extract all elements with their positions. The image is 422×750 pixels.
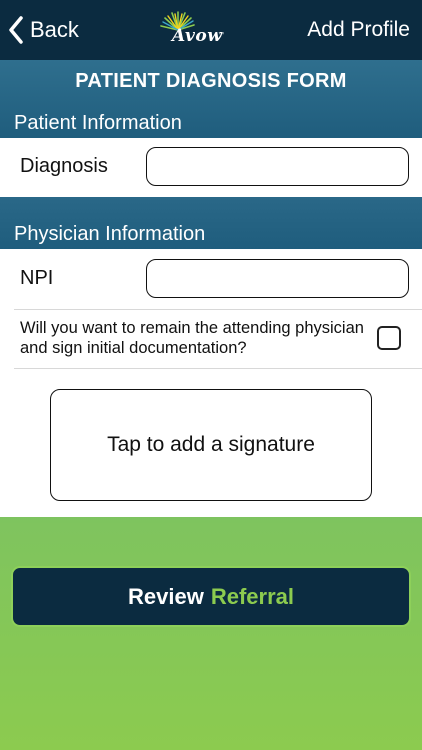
- signature-prompt: Tap to add a signature: [107, 433, 315, 456]
- npi-input[interactable]: [146, 259, 409, 298]
- signature-pad[interactable]: Tap to add a signature: [50, 389, 372, 501]
- chevron-left-icon: [9, 16, 23, 44]
- attending-physician-checkbox[interactable]: [377, 326, 401, 350]
- logo-wordmark: Avow: [172, 26, 223, 46]
- physician-header-band: Physician Information: [0, 197, 422, 249]
- referral-label: Referral: [210, 583, 294, 609]
- attending-physician-question: Will you want to remain the attending ph…: [20, 319, 364, 357]
- divider: [14, 368, 422, 369]
- review-label: Review: [128, 583, 204, 609]
- logo-trademark: ™: [218, 32, 224, 38]
- review-referral-button[interactable]: Review Referral: [11, 566, 411, 627]
- patient-information-heading: Patient Information: [14, 112, 182, 134]
- navigation-bar: Back Avow ™ Add Profile: [0, 0, 422, 60]
- divider: [14, 309, 422, 310]
- avow-logo: Avow ™: [156, 10, 226, 52]
- physician-information-heading: Physician Information: [14, 223, 206, 245]
- add-profile-button[interactable]: Add Profile: [307, 10, 410, 50]
- form-header-band: PATIENT DIAGNOSIS FORM Patient Informati…: [0, 60, 422, 138]
- npi-label: NPI: [20, 267, 54, 289]
- patient-information-section: Diagnosis: [0, 138, 422, 197]
- diagnosis-label: Diagnosis: [20, 155, 108, 177]
- diagnosis-input[interactable]: [146, 147, 409, 186]
- patient-diagnosis-screen: Back Avow ™ Add Profile PATIENT DIAGNOSI…: [0, 0, 422, 750]
- back-button[interactable]: Back: [8, 10, 79, 50]
- back-label: Back: [30, 17, 79, 42]
- form-title: PATIENT DIAGNOSIS FORM: [75, 70, 347, 92]
